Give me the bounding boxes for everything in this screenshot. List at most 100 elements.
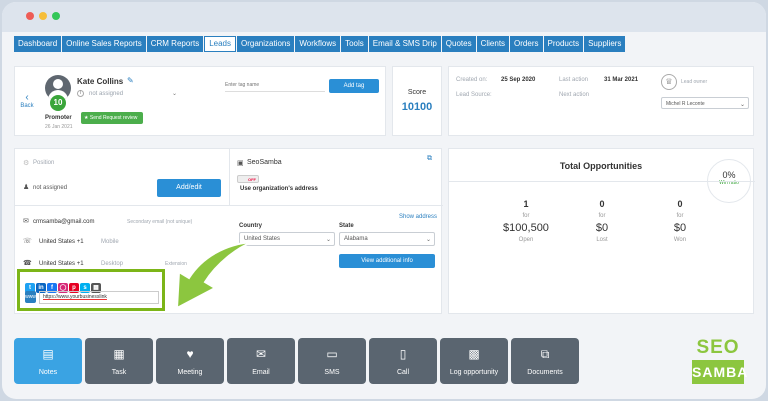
lead-date: 26 Jan 2021 <box>45 124 73 130</box>
mobile-field[interactable]: Mobile <box>101 239 119 245</box>
open-for: for <box>522 213 530 219</box>
sms-button[interactable]: ▭ SMS <box>298 338 366 384</box>
lead-owner-avatar: ♕ <box>661 74 677 90</box>
website-input[interactable]: https://www.yourbusinesslink <box>39 291 159 304</box>
show-address-link[interactable]: Show address <box>399 214 437 220</box>
logo-top-text: SEO <box>696 337 740 358</box>
score-value: 10100 <box>401 101 433 113</box>
chevron-down-icon: ⌄ <box>172 91 178 97</box>
tab-clients[interactable]: Clients <box>476 36 510 52</box>
tab-online-sales-reports[interactable]: Online Sales Reports <box>62 36 146 52</box>
back-label: Back <box>20 103 34 109</box>
add-tag-button[interactable]: Add tag <box>329 79 379 93</box>
meeting-button[interactable]: ♥ Meeting <box>156 338 224 384</box>
notes-label: Notes <box>38 369 58 376</box>
notes-button[interactable]: ▤ Notes <box>14 338 82 384</box>
secondary-email-field[interactable]: Secondary email (not unique) <box>127 219 192 225</box>
tab-leads[interactable]: Leads <box>204 36 236 52</box>
email-button[interactable]: ✉ Email <box>227 338 295 384</box>
lead-owner-label: Lead owner <box>681 79 708 85</box>
desktop-field[interactable]: Desktop <box>101 261 123 267</box>
score-label: Score <box>407 89 427 96</box>
next-action-label: Next action <box>559 92 590 98</box>
tab-orders[interactable]: Orders <box>510 36 543 52</box>
desktop-country-select[interactable]: United States +1 <box>39 261 84 267</box>
phone-country-select[interactable]: United States +1 <box>39 239 84 245</box>
lead-role: Promoter <box>45 115 72 121</box>
phone-icon: ☏ <box>23 238 32 245</box>
opportunities-card: Total Opportunities 0% Win ratio 1 for $… <box>448 148 755 314</box>
use-org-address-label: Use organization's address <box>240 186 318 192</box>
position-label: Position <box>33 160 55 166</box>
maximize-window-icon[interactable] <box>52 12 60 20</box>
star-icon: ★ <box>84 115 89 121</box>
add-edit-button[interactable]: Add/edit <box>157 179 221 197</box>
open-amount: $100,500 <box>503 222 549 234</box>
email-icon: ✉ <box>23 218 29 225</box>
divider-vertical <box>229 149 230 205</box>
send-review-label: Send Request review <box>89 115 138 121</box>
state-select[interactable]: Alabama ⌄ <box>339 232 435 246</box>
back-button[interactable]: ‹ Back <box>19 92 35 110</box>
tab-dashboard[interactable]: Dashboard <box>14 36 62 52</box>
chevron-down-icon: ⌄ <box>425 237 431 243</box>
minimize-window-icon[interactable] <box>39 12 47 20</box>
close-window-icon[interactable] <box>26 12 34 20</box>
users-icon: ♟ <box>23 184 30 191</box>
task-label: Task <box>111 369 127 376</box>
send-review-button[interactable]: ★ Send Request review <box>81 112 143 124</box>
lead-owner-select[interactable]: Michel R Leconte ⌄ <box>661 97 749 109</box>
won-amount: $0 <box>673 222 687 234</box>
meeting-label: Meeting <box>177 369 203 376</box>
lost-count: 0 <box>599 199 605 209</box>
tab-organizations[interactable]: Organizations <box>236 36 295 52</box>
chevron-left-icon: ‹ <box>25 92 29 103</box>
use-org-address-toggle[interactable]: OFF <box>237 175 259 183</box>
open-label: Open <box>518 237 534 243</box>
win-ratio-value: 0% <box>722 170 736 180</box>
documents-button[interactable]: ⧉ Documents <box>511 338 579 384</box>
lead-owner-value: Michel R Leconte <box>666 101 705 107</box>
call-button[interactable]: ▯ Call <box>369 338 437 384</box>
status-value: not assigned <box>89 91 124 97</box>
title-bar <box>2 2 766 32</box>
log-opportunity-button[interactable]: ▩ Log opportunity <box>440 338 508 384</box>
lost-for: for <box>598 213 606 219</box>
opportunity-lost[interactable]: 0 for $0 Lost <box>567 199 637 243</box>
chevron-down-icon: ⌄ <box>325 237 331 243</box>
mobile-phone-icon: ▯ <box>399 347 407 361</box>
lead-meta-card: Created on: 25 Sep 2020 Last action 31 M… <box>448 66 754 136</box>
country-label: Country <box>239 223 262 229</box>
state-label: State <box>339 223 354 229</box>
tab-email-sms-drip[interactable]: Email & SMS Drip <box>368 36 441 52</box>
edit-name-icon[interactable]: ✎ <box>127 76 134 85</box>
social-links-box: t in f ◯ p s ▦ www https://www.yourbusinesslin… <box>17 269 165 311</box>
app-window: Dashboard Online Sales Reports CRM Repor… <box>2 2 766 399</box>
external-link-icon[interactable]: ⧉ <box>427 155 432 163</box>
state-value: Alabama <box>344 236 368 242</box>
assigned-value: not assigned <box>33 185 68 191</box>
view-additional-info-button[interactable]: View additional info <box>339 254 435 268</box>
calendar-icon: ▦ <box>113 347 125 361</box>
tab-quotes[interactable]: Quotes <box>441 36 476 52</box>
seosamba-logo: SEO SAMBA <box>692 336 747 388</box>
lead-name: Kate Collins <box>77 77 124 86</box>
opportunities-divider <box>449 181 755 182</box>
opportunity-won[interactable]: 0 for $0 Won <box>645 199 715 243</box>
tab-tools[interactable]: Tools <box>341 36 368 52</box>
tab-products[interactable]: Products <box>543 36 584 52</box>
action-bar: ▤ Notes ▦ Task ♥ Meeting ✉ Email ▭ SMS ▯… <box>14 338 579 384</box>
status-select[interactable]: i not assigned ⌄ <box>77 90 177 100</box>
created-on-label: Created on: <box>456 77 488 83</box>
lost-amount: $0 <box>595 222 609 234</box>
tab-workflows[interactable]: Workflows <box>295 36 341 52</box>
notes-icon: ▤ <box>42 347 54 361</box>
documents-label: Documents <box>527 369 563 376</box>
profile-card: ‹ Back 10 Kate Collins ✎ i not assigned … <box>14 66 386 136</box>
opportunity-open[interactable]: 1 for $100,500 Open <box>491 199 561 243</box>
organization-name: SeoSamba <box>247 159 282 166</box>
tag-input[interactable] <box>225 79 325 92</box>
tab-crm-reports[interactable]: CRM Reports <box>146 36 204 52</box>
tab-suppliers[interactable]: Suppliers <box>584 36 626 52</box>
task-button[interactable]: ▦ Task <box>85 338 153 384</box>
